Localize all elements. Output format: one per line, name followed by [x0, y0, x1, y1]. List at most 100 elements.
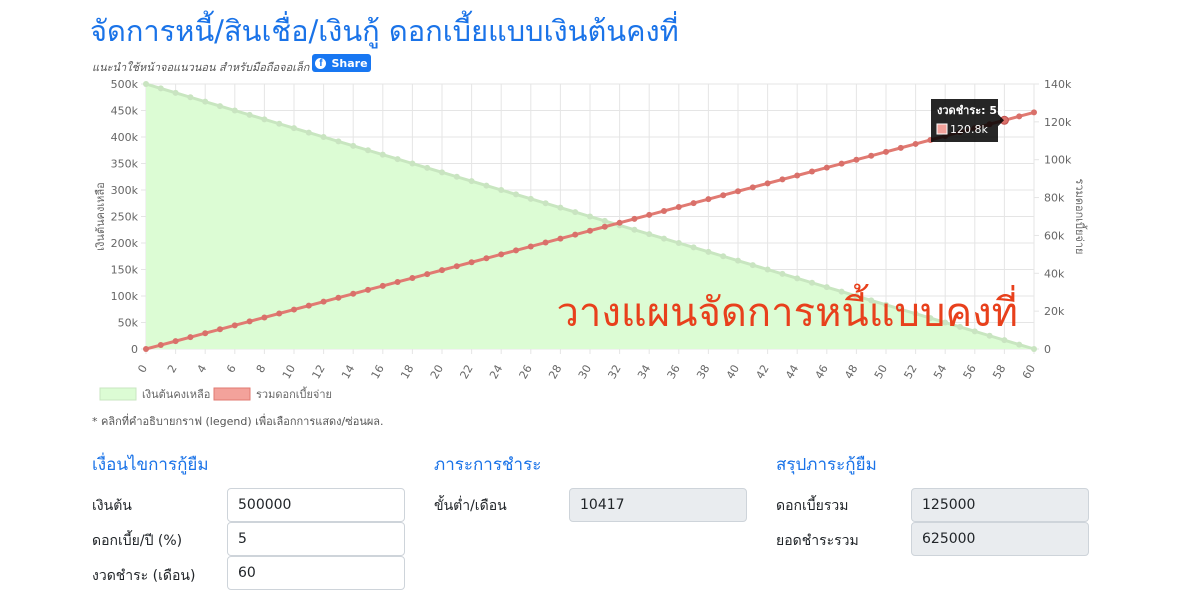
interest-point — [749, 184, 756, 191]
principal-point — [335, 138, 342, 145]
interest-point — [291, 306, 297, 313]
principal-point — [453, 173, 460, 180]
principal-point — [513, 191, 519, 198]
y-right-tick-label: 120k — [1044, 116, 1072, 129]
interest-point — [424, 271, 431, 278]
interest-point — [527, 243, 534, 250]
x-tick-label: 44 — [783, 363, 801, 382]
interest-point — [897, 144, 904, 151]
interest-point — [172, 338, 179, 345]
x-tick-label: 16 — [369, 363, 387, 382]
principal-point — [394, 156, 401, 163]
interest-point — [513, 247, 519, 254]
interest-point — [883, 148, 889, 155]
principal-point — [527, 195, 534, 202]
interest-point — [631, 215, 638, 222]
interest-point — [335, 294, 342, 301]
principal-point — [572, 209, 579, 216]
x-tick-label: 28 — [546, 363, 564, 382]
interest-point — [439, 267, 445, 274]
principal-point — [749, 262, 756, 269]
interest-point — [557, 235, 564, 242]
legend-label-principal: เงินต้นคงเหลือ — [142, 388, 210, 401]
loan-chart: 0 50k 100k 150k 200k 250k 300k 350k 400k 450k 500k… — [94, 78, 1088, 401]
principal-point — [143, 81, 149, 87]
x-tick-label: 60 — [1020, 363, 1038, 382]
principal-point — [809, 279, 815, 286]
y-right-tick-label: 60k — [1044, 229, 1065, 242]
interest-point — [809, 168, 815, 175]
x-tick-label: 36 — [665, 363, 683, 382]
interest-point — [320, 298, 327, 305]
min-monthly-label: ขั้นต่ำ/เดือน — [434, 498, 507, 514]
term-input[interactable] — [227, 556, 405, 590]
principal-point — [764, 266, 771, 273]
interest-point — [202, 330, 209, 337]
interest-point — [616, 219, 623, 226]
y-left-tick-label: 100k — [111, 290, 139, 303]
interest-point — [572, 231, 579, 238]
y-left-tick-label: 500k — [111, 78, 139, 91]
principal-point — [705, 248, 712, 255]
principal-point — [365, 147, 371, 154]
principal-point — [276, 120, 283, 127]
total-interest-field — [911, 488, 1089, 522]
principal-point — [483, 182, 490, 189]
interest-point — [409, 275, 416, 282]
principal-point — [587, 213, 593, 220]
interest-point — [587, 227, 593, 234]
principal-point — [646, 231, 653, 238]
x-tick-label: 0 — [135, 363, 150, 376]
y-left-tick-label: 300k — [111, 184, 139, 197]
x-tick-label: 24 — [487, 363, 505, 382]
interest-point — [675, 204, 682, 211]
interest-point — [720, 192, 727, 199]
principal-point — [379, 151, 386, 158]
x-tick-label: 18 — [398, 363, 416, 382]
principal-point — [320, 134, 327, 140]
x-tick-label: 12 — [309, 363, 327, 382]
principal-point — [261, 116, 268, 123]
interest-point — [764, 180, 771, 187]
interest-point — [794, 172, 801, 179]
principal-label: เงินต้น — [92, 498, 132, 514]
x-tick-label: 38 — [694, 363, 712, 382]
tooltip-value: 120.8k — [950, 123, 988, 136]
x-tick-label: 30 — [576, 363, 594, 382]
interest-point — [217, 326, 223, 333]
interest-point — [601, 223, 608, 230]
principal-point — [1016, 341, 1023, 348]
total-payment-field — [911, 522, 1089, 556]
principal-point — [246, 111, 253, 118]
principal-point — [690, 244, 697, 251]
interest-point — [868, 152, 875, 159]
x-tick-label: 32 — [605, 363, 623, 382]
interest-rate-input[interactable] — [227, 522, 405, 556]
interest-point — [1031, 109, 1037, 116]
principal-point — [424, 164, 431, 171]
interest-point — [276, 310, 283, 317]
y-right-tick-label: 0 — [1044, 343, 1051, 356]
y-left-tick-label: 50k — [118, 317, 139, 330]
interest-point — [498, 251, 505, 258]
total-interest-label: ดอกเบี้ยรวม — [776, 498, 849, 514]
y-left-tick-label: 0 — [131, 343, 138, 356]
principal-point — [661, 235, 667, 242]
payment-burden-title: ภาระการชำระ — [434, 455, 542, 475]
legend-swatch-interest — [213, 387, 251, 401]
interest-point — [690, 200, 697, 207]
x-tick-label: 54 — [931, 363, 949, 382]
principal-point — [720, 253, 727, 260]
interest-point — [705, 196, 712, 203]
principal-point — [231, 107, 238, 114]
principal-input[interactable] — [227, 488, 405, 522]
principal-point — [631, 226, 638, 233]
chart-note: * คลิกที่คำอธิบายกราฟ (legend) เพื่อเลือ… — [92, 415, 384, 428]
min-monthly-field — [569, 488, 747, 522]
interest-point — [143, 346, 149, 352]
x-tick-label: 20 — [428, 363, 446, 382]
interest-point — [779, 176, 786, 183]
principal-point — [350, 142, 357, 149]
interest-point — [394, 278, 401, 285]
interest-point — [912, 140, 919, 147]
